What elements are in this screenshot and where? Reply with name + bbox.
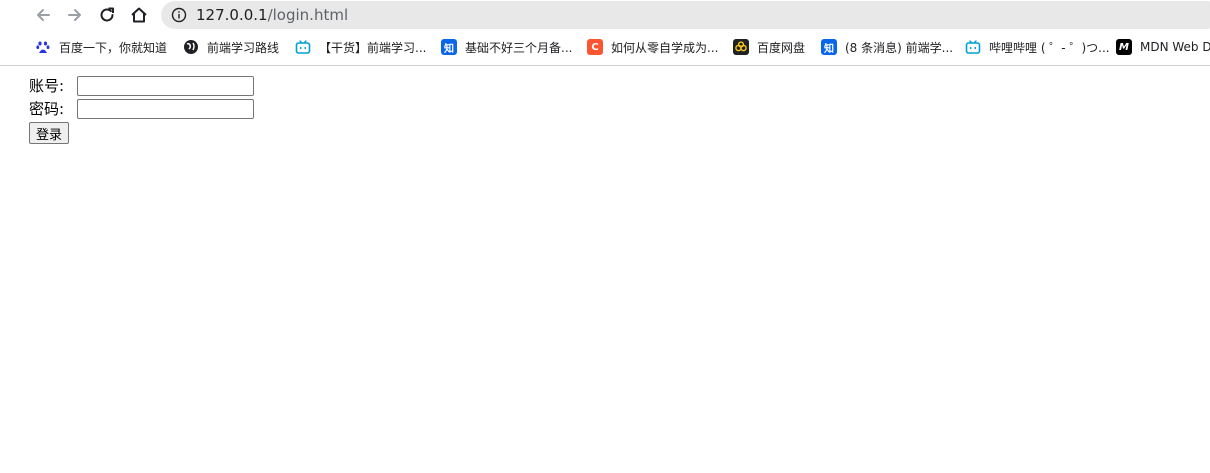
bookmark-label: 前端学习路线: [207, 40, 280, 55]
bookmark-label: 基础不好三个月备...: [465, 40, 573, 55]
bookmark-frontend-roadmap[interactable]: 前端学习路线: [183, 36, 279, 58]
bookmark-baidu-netdisk[interactable]: 百度网盘: [733, 36, 805, 58]
back-button[interactable]: [32, 4, 54, 26]
arrow-right-icon: [68, 9, 81, 21]
bookmark-label: 【干货】前端学习...: [319, 40, 427, 55]
home-button[interactable]: [128, 4, 150, 26]
url-text[interactable]: 127.0.0.1/login.html: [196, 6, 348, 24]
bookmark-baidu[interactable]: 百度一下，你就知道: [35, 36, 167, 58]
reload-button[interactable]: [96, 4, 118, 26]
browser-toolbar: 127.0.0.1/login.html: [0, 0, 1210, 30]
baidu-netdisk-icon: [733, 39, 749, 55]
bilibili-tv-icon: [965, 39, 981, 55]
bookmark-bilibili-2[interactable]: 哔哩哔哩 ( ゜- ゜)つ...: [965, 36, 1110, 58]
password-input[interactable]: [77, 99, 254, 119]
bookmarks-bar: 百度一下，你就知道 前端学习路线 【干货】前端学习... 知 基础不好三个月备.…: [0, 36, 1210, 60]
bookmark-label: 百度网盘: [757, 40, 806, 55]
baidu-paw-icon: [35, 39, 51, 55]
bookmark-zhihu-2[interactable]: 知 (8 条消息) 前端学...: [821, 36, 953, 58]
toolbar-divider: [0, 65, 1210, 66]
account-input[interactable]: [77, 76, 254, 96]
bookmark-label: 百度一下，你就知道: [59, 40, 168, 55]
bilibili-tv-icon: [295, 39, 311, 55]
bookmark-mdn[interactable]: M MDN Web D: [1116, 36, 1210, 58]
bookmark-label: 如何从零自学成为...: [611, 40, 719, 55]
url-path: /login.html: [267, 6, 349, 24]
arrow-left-icon: [37, 9, 50, 21]
home-icon: [131, 7, 147, 23]
url-host: 127.0.0.1: [196, 6, 268, 24]
mdn-icon: M: [1116, 39, 1132, 55]
bookmark-csdn[interactable]: C 如何从零自学成为...: [587, 36, 718, 58]
address-bar[interactable]: 127.0.0.1/login.html: [161, 1, 1210, 29]
zhihu-icon: 知: [821, 39, 837, 55]
login-button[interactable]: 登录: [29, 122, 70, 144]
forward-button[interactable]: [64, 4, 86, 26]
account-row: 账号:: [29, 75, 254, 97]
password-label: 密码:: [29, 100, 65, 118]
password-row: 密码:: [29, 98, 254, 120]
csdn-icon: C: [587, 39, 603, 55]
reload-icon: [100, 7, 114, 22]
globe-icon: [183, 39, 199, 55]
bookmark-label: MDN Web D: [1140, 40, 1210, 54]
account-label: 账号:: [29, 77, 65, 95]
bookmark-zhihu-1[interactable]: 知 基础不好三个月备...: [441, 36, 572, 58]
bookmark-label: 哔哩哔哩 ( ゜- ゜)つ...: [989, 40, 1110, 55]
zhihu-icon: 知: [441, 39, 457, 55]
login-form: 账号: 密码: 登录: [29, 75, 254, 144]
bookmark-label: (8 条消息) 前端学...: [845, 40, 954, 55]
bookmark-bilibili-1[interactable]: 【干货】前端学习...: [295, 36, 426, 58]
info-icon[interactable]: [171, 7, 187, 23]
